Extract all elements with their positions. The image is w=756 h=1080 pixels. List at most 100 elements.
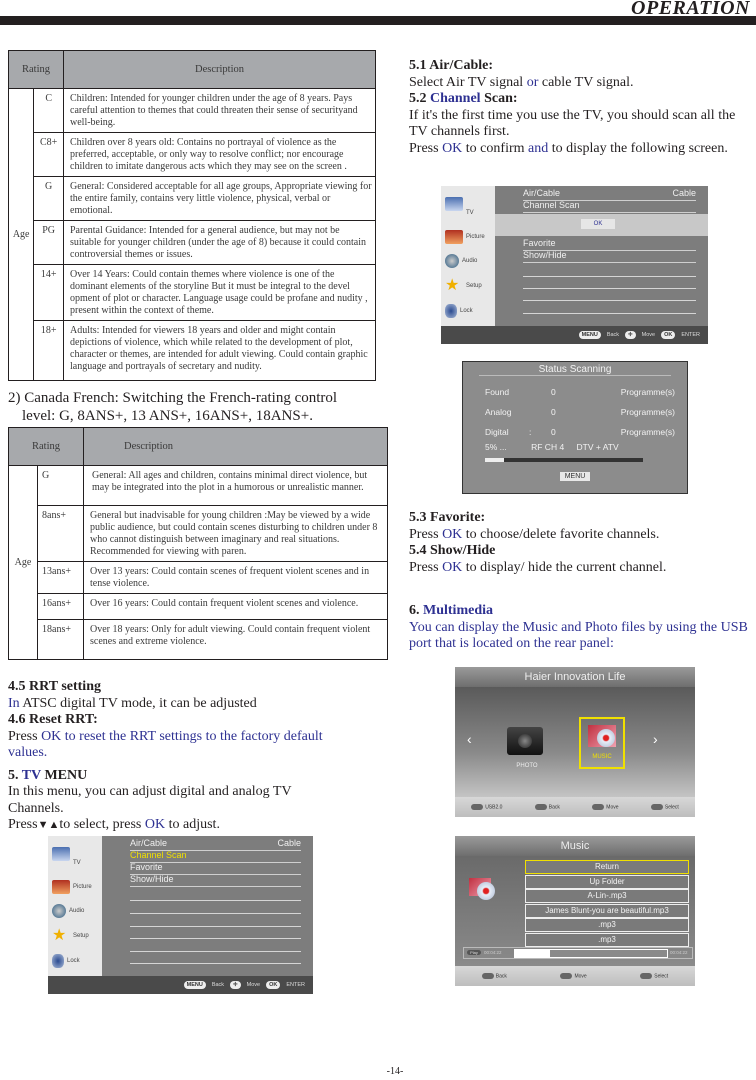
sidebar-item-lock[interactable]: Lock — [52, 954, 80, 968]
rating-description: Adults: Intended for viewers 18 years an… — [63, 320, 376, 381]
scan-label: Analog — [485, 407, 512, 417]
multimedia-text: You can display the Music and Photo file… — [409, 619, 748, 652]
table-row: 18+ Adults: Intended for viewers 18 year… — [9, 320, 376, 381]
photo-label[interactable]: PHOTO — [507, 763, 547, 769]
text-scan: Scan: — [480, 91, 518, 106]
favorite-text: Press OK to choose/delete favorite chann… — [409, 527, 754, 544]
music-label: MUSIC — [592, 754, 612, 760]
playback-progress-fill — [515, 950, 550, 957]
empty-row-divider — [523, 313, 696, 314]
empty-row-divider — [523, 276, 696, 277]
table-row: Age G General: All ages and children, co… — [8, 465, 388, 660]
sidebar-item-audio[interactable]: Audio — [52, 904, 84, 918]
music-file-item[interactable]: Up Folder — [525, 874, 689, 889]
tv-sidebar: TV Picture Audio ★ Setup Lock — [48, 836, 102, 976]
tv-menu-instruction: Press▼▲to select, press OK to adjust. — [8, 817, 388, 834]
scan-title: Status Scanning — [479, 364, 671, 376]
hint-back: Back — [211, 982, 225, 988]
rating-code: G — [33, 176, 64, 221]
rating-code: 16ans+ — [37, 593, 84, 620]
ok-key-icon — [650, 803, 663, 810]
age-group-label: Age — [7, 88, 35, 381]
music-file-item[interactable]: .mp3 — [525, 932, 689, 947]
canada-french-line2: level: G, 8ANS+, 13 ANS+, 16ANS+, 18ANS+… — [22, 408, 313, 424]
text-ok: OK — [442, 140, 463, 156]
music-file-item[interactable]: A-Lin-.mp3 — [525, 889, 689, 903]
ok-button[interactable]: OK — [581, 219, 615, 229]
lock-icon — [52, 954, 64, 968]
ok-key-icon: OK — [661, 331, 676, 339]
music-file-item[interactable]: .mp3 — [525, 918, 689, 932]
menu-label: Show/Hide — [130, 874, 174, 884]
hint-select: Select — [650, 803, 679, 810]
text-adjust: to adjust. — [165, 817, 220, 832]
rating-code: C — [33, 88, 64, 133]
text-num: 5.2 — [409, 91, 430, 106]
menu-label: Show/Hide — [523, 250, 567, 260]
hint-back: Back — [534, 803, 560, 810]
text-press: Press — [409, 559, 443, 575]
favorite-showhide-section: 5.3 Favorite: Press OK to choose/delete … — [409, 510, 754, 576]
menu-button[interactable]: MENU — [560, 472, 590, 481]
text-rest: to display/ hide the current channel. — [462, 559, 667, 575]
hint-move: Move — [560, 972, 587, 979]
empty-row-divider — [523, 288, 696, 289]
canada-french-intro: 2) Canada French: Switching the French-r… — [8, 389, 337, 425]
music-file-item[interactable]: James Blunt-you are beautiful.mp3 — [525, 903, 689, 918]
text-num: 6. — [409, 603, 423, 618]
scan-result-row: Analog 0 Programme(s) — [485, 402, 675, 422]
music-file-item[interactable]: Return — [525, 860, 689, 874]
channel-scan-text: If it's the first time you use the TV, y… — [409, 107, 736, 140]
tv-sidebar: TV Picture Audio ★ Setup Lock — [441, 186, 495, 326]
sidebar-item-tv[interactable]: TV — [445, 192, 474, 216]
menu-row-show-hide[interactable]: Show/Hide — [130, 874, 301, 887]
sidebar-item-setup[interactable]: ★ Setup — [445, 278, 482, 294]
playback-progress-track[interactable] — [514, 949, 668, 958]
reset-rrt-text: Press OK to reset the RRT settings to th… — [8, 729, 328, 762]
back-key-icon — [534, 803, 547, 810]
picture-icon — [445, 230, 463, 244]
sidebar-item-audio[interactable]: Audio — [445, 254, 477, 268]
confirm-popup: OK — [495, 214, 708, 236]
music-browser-screen: Music Return Up Folder A-Lin-.mp3 James Blu… — [455, 836, 695, 986]
rating-description: Over 13 years: Could contain scenes of f… — [83, 561, 388, 594]
next-arrow-icon[interactable]: › — [653, 731, 658, 747]
empty-row-divider — [523, 300, 696, 301]
table-row: 8ans+ General but inadvisable for young … — [9, 505, 388, 562]
rating-description: Over 16 years: Could contain frequent vi… — [83, 593, 388, 620]
rating-code: PG — [33, 220, 64, 265]
sidebar-item-lock[interactable]: Lock — [445, 304, 473, 318]
music-footer: Back Move Select — [455, 966, 695, 986]
canada-french-line1: 2) Canada French: Switching the French-r… — [8, 390, 338, 406]
play-button[interactable]: Play — [467, 950, 481, 955]
sidebar-item-picture[interactable]: Picture — [52, 880, 92, 894]
move-key-icon: ✛ — [625, 331, 636, 339]
prev-arrow-icon[interactable]: ‹ — [467, 731, 472, 747]
audio-icon — [445, 254, 459, 268]
air-cable-channel-scan-section: 5.1 Air/Cable: Select Air TV signal or c… — [409, 58, 754, 157]
menu-row-channel-scan[interactable]: Channel Scan — [523, 200, 696, 213]
scan-mode: DTV + ATV — [576, 442, 619, 452]
menu-label: Favorite — [130, 862, 163, 872]
ok-key-icon: OK — [266, 981, 281, 989]
col-description: Description — [83, 427, 388, 466]
empty-row-divider — [130, 900, 301, 901]
col-rating: Rating — [8, 427, 84, 466]
text-in: In — [8, 695, 20, 711]
air-cable-heading: 5.1 Air/Cable: — [409, 58, 493, 73]
hint-usb: USB2.0 — [471, 803, 502, 810]
scan-result-row: Found 0 Programme(s) — [485, 382, 675, 402]
sidebar-item-picture[interactable]: Picture — [445, 230, 485, 244]
col-rating: Rating — [8, 50, 64, 89]
sidebar-item-tv[interactable]: TV — [52, 842, 81, 866]
sidebar-item-setup[interactable]: ★ Setup — [52, 928, 89, 944]
usb-icon — [471, 803, 484, 810]
text-menu: MENU — [40, 767, 88, 783]
empty-row-divider — [130, 913, 301, 914]
menu-row-show-hide[interactable]: Show/Hide — [523, 250, 696, 263]
progress-percent: 5% ... — [485, 442, 507, 452]
text-ok: OK — [144, 817, 166, 832]
move-key-icon — [592, 803, 605, 810]
music-tile-selected[interactable]: MUSIC — [579, 717, 625, 769]
sidebar-label: Setup — [466, 283, 482, 289]
